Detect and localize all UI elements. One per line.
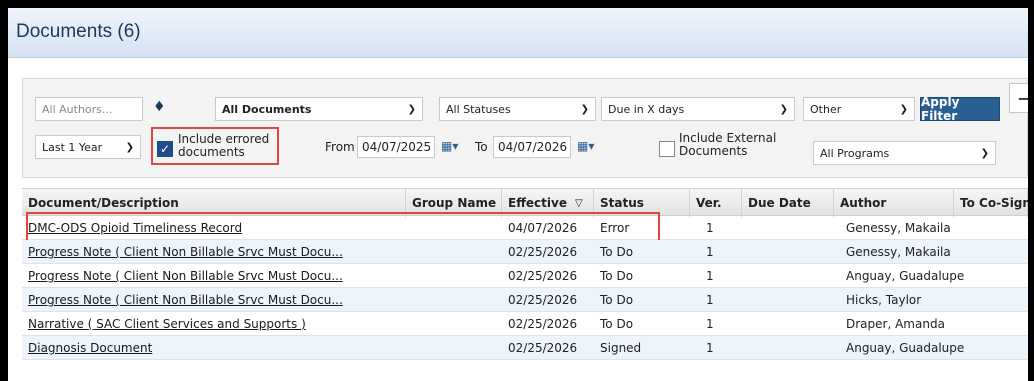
to-date-input[interactable]: 04/07/2026 bbox=[493, 136, 571, 158]
status-cell: To Do bbox=[600, 293, 634, 307]
period-select[interactable]: Last 1 Year ❯ bbox=[35, 135, 141, 159]
include-errored-label: Include errored documents bbox=[178, 132, 270, 159]
include-errored-checkbox[interactable]: ✓ bbox=[157, 141, 173, 157]
author-cell: Draper, Amanda bbox=[846, 317, 945, 331]
status-cell: Signed bbox=[600, 341, 642, 355]
calendar-icon[interactable]: ▦▾ bbox=[441, 139, 458, 153]
effective-cell: 02/25/2026 bbox=[508, 293, 578, 307]
table-row[interactable]: Diagnosis Document 02/25/2026 Signed 1 A… bbox=[22, 336, 1028, 360]
effective-cell: 02/25/2026 bbox=[508, 269, 578, 283]
author-cell: Anguay, Guadalupe bbox=[846, 341, 965, 355]
chevron-down-icon: ❯ bbox=[407, 103, 416, 115]
programs-select[interactable]: All Programs ❯ bbox=[813, 141, 996, 165]
table-row[interactable]: Progress Note ( Client Non Billable Srvc… bbox=[22, 240, 1028, 264]
other-select[interactable]: Other ❯ bbox=[803, 97, 915, 121]
status-cell: To Do bbox=[600, 269, 634, 283]
collapse-button[interactable]: − bbox=[1009, 83, 1028, 113]
title-bar: Documents (6) bbox=[8, 8, 1028, 58]
authors-input[interactable]: All Authors... bbox=[35, 97, 143, 121]
col-to-cosign[interactable]: To Co-Sign bbox=[954, 189, 1028, 217]
document-link[interactable]: Narrative ( SAC Client Services and Supp… bbox=[28, 317, 306, 331]
status-cell: To Do bbox=[600, 245, 634, 259]
eraser-icon[interactable]: ♦ bbox=[153, 99, 166, 115]
chevron-down-icon: ❯ bbox=[580, 103, 589, 115]
page-title: Documents (6) bbox=[16, 21, 141, 42]
version-cell: 1 bbox=[706, 293, 714, 307]
document-link[interactable]: Progress Note ( Client Non Billable Srvc… bbox=[28, 269, 343, 283]
version-cell: 1 bbox=[706, 341, 714, 355]
author-cell: Anguay, Guadalupe bbox=[846, 269, 965, 283]
version-cell: 1 bbox=[706, 269, 714, 283]
include-external-checkbox[interactable] bbox=[659, 141, 675, 157]
col-author[interactable]: Author bbox=[834, 189, 954, 217]
document-link[interactable]: Progress Note ( Client Non Billable Srvc… bbox=[28, 293, 343, 307]
document-link[interactable]: Progress Note ( Client Non Billable Srvc… bbox=[28, 245, 343, 259]
documents-select[interactable]: All Documents ❯ bbox=[215, 97, 423, 121]
chevron-down-icon: ❯ bbox=[899, 103, 908, 115]
due-select[interactable]: Due in X days ❯ bbox=[601, 97, 795, 121]
document-link[interactable]: Diagnosis Document bbox=[28, 341, 152, 355]
documents-window: Documents (6) All Authors... ♦ All Docum… bbox=[8, 8, 1028, 381]
effective-cell: 02/25/2026 bbox=[508, 317, 578, 331]
table-row[interactable]: Progress Note ( Client Non Billable Srvc… bbox=[22, 264, 1028, 288]
effective-cell: 02/25/2026 bbox=[508, 341, 578, 355]
from-label: From bbox=[325, 140, 355, 154]
to-label: To bbox=[475, 140, 488, 154]
author-cell: Genessy, Makaila bbox=[846, 245, 951, 259]
effective-cell: 02/25/2026 bbox=[508, 245, 578, 259]
status-cell: To Do bbox=[600, 317, 634, 331]
chevron-down-icon: ❯ bbox=[125, 141, 134, 153]
col-due-date[interactable]: Due Date bbox=[742, 189, 834, 217]
sort-desc-icon: ▽ bbox=[574, 197, 583, 209]
author-cell: Genessy, Makaila bbox=[846, 221, 951, 235]
filter-panel: All Authors... ♦ All Documents ❯ All Sta… bbox=[22, 78, 1028, 178]
version-cell: 1 bbox=[706, 245, 714, 259]
version-cell: 1 bbox=[706, 221, 714, 235]
statuses-select[interactable]: All Statuses ❯ bbox=[439, 97, 596, 121]
include-external-label: Include External Documents bbox=[679, 131, 777, 158]
col-ver[interactable]: Ver. bbox=[690, 189, 742, 217]
table-row[interactable]: Progress Note ( Client Non Billable Srvc… bbox=[22, 288, 1028, 312]
calendar-icon[interactable]: ▦▾ bbox=[577, 139, 594, 153]
from-date-input[interactable]: 04/07/2025 bbox=[357, 136, 435, 158]
author-cell: Hicks, Taylor bbox=[846, 293, 922, 307]
chevron-down-icon: ❯ bbox=[980, 147, 989, 159]
table-row[interactable]: Narrative ( SAC Client Services and Supp… bbox=[22, 312, 1028, 336]
apply-filter-button[interactable]: Apply Filter bbox=[920, 95, 1000, 123]
version-cell: 1 bbox=[706, 317, 714, 331]
chevron-down-icon: ❯ bbox=[779, 103, 788, 115]
